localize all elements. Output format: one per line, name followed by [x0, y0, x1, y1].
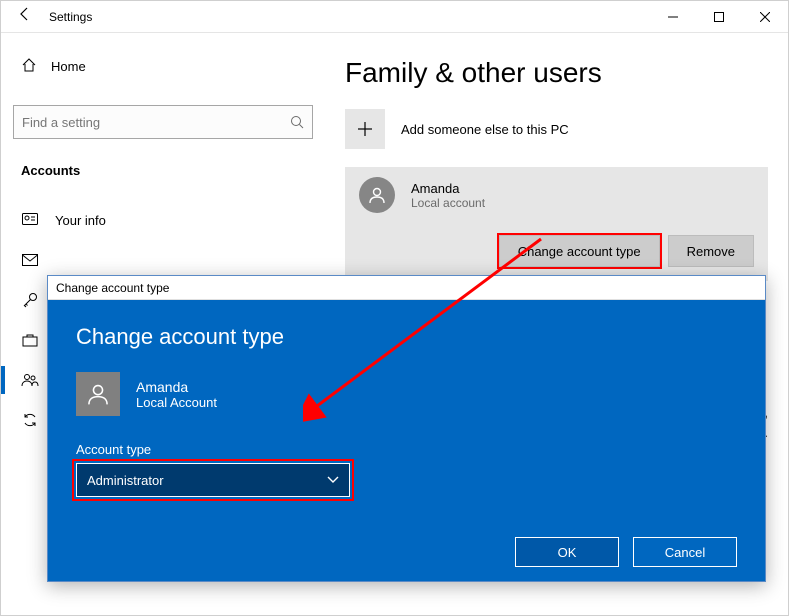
mail-icon [21, 254, 39, 266]
plus-icon [356, 120, 374, 138]
home-icon [21, 57, 37, 76]
account-type-dropdown[interactable]: Administrator [76, 463, 350, 497]
user-card[interactable]: Amanda Local account Change account type… [345, 167, 768, 281]
sidebar-item-email[interactable] [13, 240, 313, 280]
briefcase-icon [21, 333, 39, 347]
search-icon [290, 115, 304, 129]
cancel-button[interactable]: Cancel [633, 537, 737, 567]
key-icon [21, 292, 39, 308]
account-type-label: Account type [76, 442, 737, 457]
window-title: Settings [49, 10, 650, 24]
button-label: Remove [687, 244, 735, 259]
avatar [76, 372, 120, 416]
minimize-button[interactable] [650, 1, 696, 33]
search-input[interactable]: Find a setting [13, 105, 313, 139]
close-button[interactable] [742, 1, 788, 33]
people-icon [21, 373, 39, 387]
remove-user-button[interactable]: Remove [668, 235, 754, 267]
change-account-type-dialog: Change account type Change account type … [47, 275, 766, 582]
sidebar-item-your-info[interactable]: Your info [13, 200, 313, 240]
window-titlebar: Settings [1, 1, 788, 33]
button-label: Cancel [665, 545, 705, 560]
avatar [359, 177, 395, 213]
user-name: Amanda [411, 181, 485, 196]
add-user-button[interactable] [345, 109, 385, 149]
dialog-heading: Change account type [76, 324, 737, 350]
button-label: OK [558, 545, 577, 560]
button-label: Change account type [518, 244, 641, 259]
home-nav[interactable]: Home [13, 45, 313, 87]
page-title: Family & other users [345, 57, 768, 89]
dialog-user-name: Amanda [136, 379, 217, 395]
dialog-title: Change account type [56, 281, 169, 295]
home-label: Home [51, 59, 86, 74]
dropdown-value: Administrator [87, 473, 164, 488]
id-card-icon [21, 213, 39, 227]
chevron-down-icon [327, 476, 339, 484]
dialog-titlebar: Change account type [48, 276, 765, 300]
section-heading: Accounts [13, 163, 313, 178]
ok-button[interactable]: OK [515, 537, 619, 567]
dialog-user-subtitle: Local Account [136, 395, 217, 410]
search-placeholder: Find a setting [22, 115, 290, 130]
sync-icon [21, 412, 39, 428]
maximize-button[interactable] [696, 1, 742, 33]
sidebar-item-label: Your info [55, 213, 106, 228]
person-icon [367, 185, 387, 205]
change-account-type-button[interactable]: Change account type [499, 235, 660, 267]
add-user-label: Add someone else to this PC [401, 122, 569, 137]
user-subtitle: Local account [411, 196, 485, 210]
person-icon [85, 381, 111, 407]
back-button[interactable] [1, 6, 49, 27]
